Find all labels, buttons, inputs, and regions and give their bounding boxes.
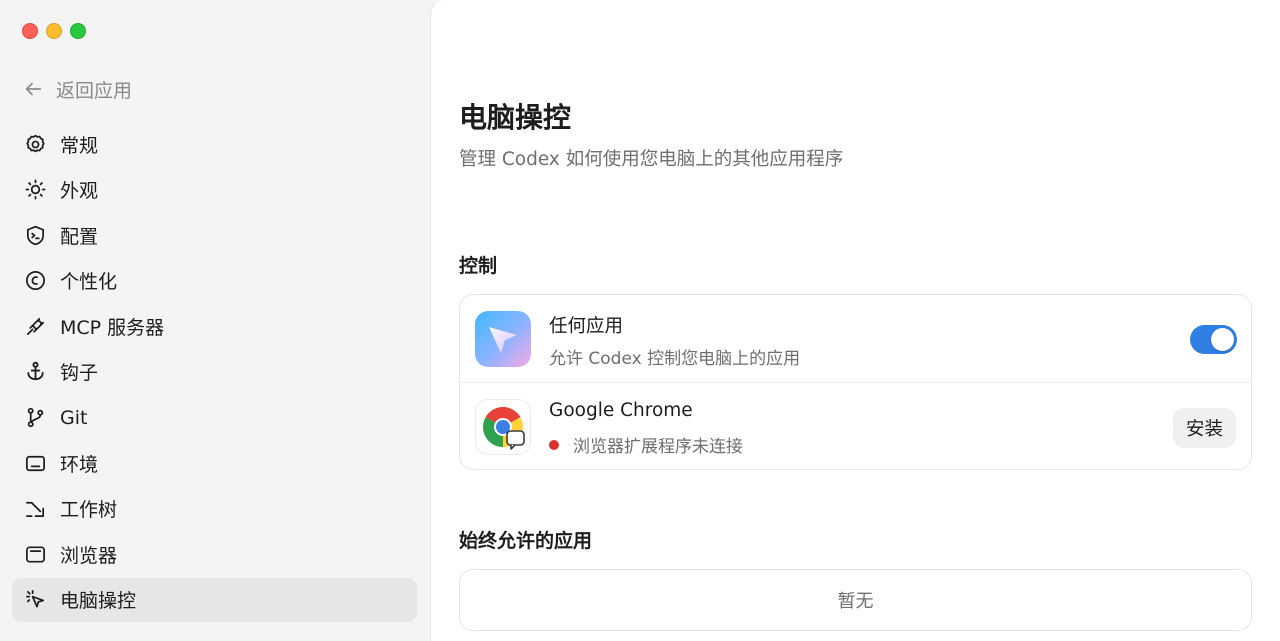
- close-window-button[interactable]: [22, 23, 38, 39]
- sidebar-item-label: 钩子: [60, 362, 99, 385]
- window-controls: [22, 23, 86, 39]
- sidebar-item-environment[interactable]: 环境: [12, 441, 417, 485]
- arrow-left-icon: [25, 82, 42, 96]
- back-to-app-button[interactable]: 返回应用: [22, 75, 132, 103]
- row-title: Google Chrome: [549, 400, 693, 421]
- sidebar-item-git[interactable]: Git: [12, 396, 417, 440]
- terminal-shield-icon: [22, 222, 48, 248]
- row-status: 浏览器扩展程序未连接: [549, 432, 743, 457]
- sidebar-item-general[interactable]: 常规: [12, 122, 417, 166]
- back-label: 返回应用: [56, 79, 133, 102]
- anchor-icon: [22, 359, 48, 385]
- empty-state-text: 暂无: [837, 591, 874, 612]
- sidebar-item-label: 工作树: [60, 499, 118, 522]
- control-card: 任何应用 允许 Codex 控制您电脑上的应用 Google Chrome 浏览…: [459, 294, 1252, 470]
- sidebar-item-hooks[interactable]: 钩子: [12, 350, 417, 394]
- arrow-branch-icon: [22, 496, 48, 522]
- sidebar-item-label: 浏览器: [60, 544, 118, 567]
- sidebar-item-worktrees[interactable]: 工作树: [12, 487, 417, 531]
- sidebar-item-browser[interactable]: 浏览器: [12, 532, 417, 576]
- page-title: 电脑操控: [459, 101, 572, 134]
- page-subtitle: 管理 Codex 如何使用您电脑上的其他应用程序: [459, 149, 844, 170]
- sidebar-item-mcp-servers[interactable]: MCP 服务器: [12, 304, 417, 348]
- zoom-window-button[interactable]: [70, 23, 86, 39]
- sun-icon: [22, 177, 48, 203]
- sidebar-item-label: 外观: [60, 180, 99, 203]
- sidebar-item-label: MCP 服务器: [60, 316, 165, 339]
- any-app-toggle[interactable]: [1190, 325, 1237, 354]
- sidebar-item-appearance[interactable]: 外观: [12, 168, 417, 212]
- sidebar-item-label: 常规: [60, 134, 99, 157]
- row-subtitle: 允许 Codex 控制您电脑上的应用: [549, 349, 801, 369]
- sidebar-item-label: 个性化: [60, 271, 118, 294]
- plug-icon: [22, 313, 48, 339]
- row-title: 任何应用: [549, 316, 624, 337]
- toggle-knob: [1211, 328, 1234, 351]
- status-text: 浏览器扩展程序未连接: [573, 437, 743, 457]
- minimize-window-button[interactable]: [46, 23, 62, 39]
- list-item-google-chrome: Google Chrome 浏览器扩展程序未连接 安装: [460, 382, 1251, 469]
- chrome-app-icon: [475, 399, 531, 455]
- cursor-click-icon: [22, 587, 48, 613]
- section-heading-always-allowed: 始终允许的应用: [459, 530, 593, 552]
- face-icon: [22, 268, 48, 294]
- sidebar-item-config[interactable]: 配置: [12, 213, 417, 257]
- sidebar-item-label: 配置: [60, 225, 99, 248]
- gear-icon: [22, 131, 48, 157]
- settings-window: 返回应用 常规 外观 配置 个性化 MCP 服务器 钩子 Git 环境 工作树 …: [0, 0, 1280, 641]
- sidebar-item-label: 环境: [60, 453, 99, 476]
- sidebar-item-label: 电脑操控: [60, 590, 137, 613]
- section-heading-control: 控制: [459, 255, 498, 277]
- settings-nav: 常规 外观 配置 个性化 MCP 服务器 钩子 Git 环境 工作树 浏览器 电…: [12, 122, 417, 624]
- list-item-any-app: 任何应用 允许 Codex 控制您电脑上的应用: [460, 295, 1251, 382]
- sidebar-item-label: Git: [60, 406, 88, 429]
- keyboard-icon: [22, 450, 48, 476]
- always-allowed-card: 暂无: [459, 569, 1252, 631]
- codex-app-icon: [475, 311, 531, 367]
- status-dot: [549, 439, 559, 450]
- main-panel: 电脑操控 管理 Codex 如何使用您电脑上的其他应用程序 控制 任何应用 允许…: [430, 0, 1280, 641]
- browser-window-icon: [22, 541, 48, 567]
- sidebar: 返回应用 常规 外观 配置 个性化 MCP 服务器 钩子 Git 环境 工作树 …: [0, 0, 430, 641]
- sidebar-item-computer-control[interactable]: 电脑操控: [12, 577, 417, 622]
- git-branch-icon: [22, 405, 48, 431]
- sidebar-item-personalization[interactable]: 个性化: [12, 259, 417, 303]
- install-button[interactable]: 安装: [1172, 408, 1236, 448]
